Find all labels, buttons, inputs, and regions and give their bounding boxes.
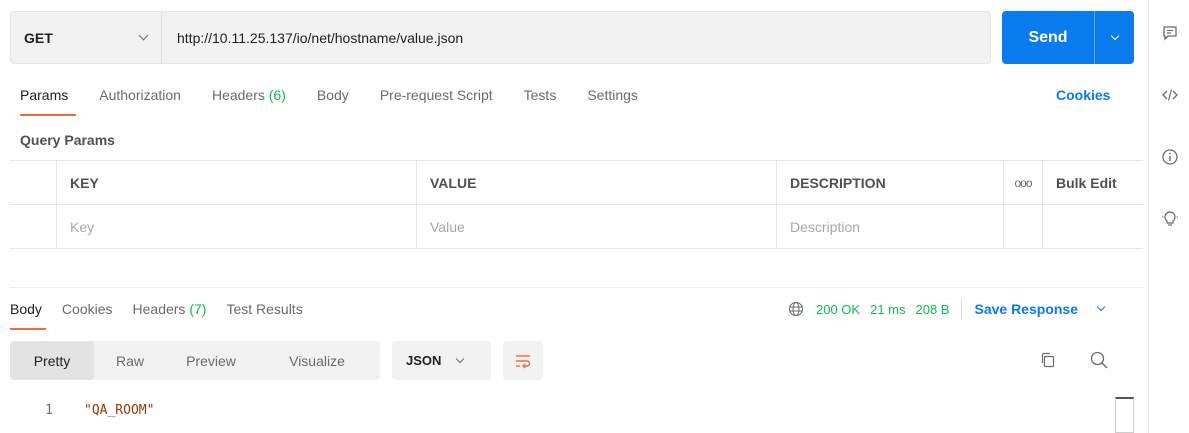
tab-label: Authorization (99, 87, 181, 103)
tab-label: Params (20, 87, 69, 103)
response-tab-test-results[interactable]: Test Results (226, 301, 302, 317)
code-text[interactable]: "QA_ROOM" (84, 403, 154, 418)
response-tabs: Body Cookies Headers (7) Test Results (10, 301, 323, 330)
tab-params[interactable]: Params (20, 87, 77, 116)
tab-settings[interactable]: Settings (587, 87, 638, 103)
tab-label: Headers (211, 87, 265, 103)
tab-label: Cookies (61, 301, 113, 317)
more-options-button[interactable]: ooo (1004, 161, 1043, 204)
info-icon[interactable] (1161, 148, 1179, 166)
save-response-button[interactable]: Save Response (974, 301, 1114, 317)
table-row: Key Value Description (10, 205, 1143, 249)
response-tab-headers[interactable]: Headers (7) (133, 301, 207, 317)
table-header-row: KEY VALUE DESCRIPTION ooo Bulk Edit (10, 161, 1143, 205)
wrap-lines-button[interactable] (503, 341, 543, 380)
empty-cell (1043, 205, 1143, 248)
value-input[interactable]: Value (417, 205, 777, 248)
view-visualize-button[interactable]: Visualize (256, 341, 378, 380)
pane-divider[interactable] (10, 287, 1143, 288)
status-code[interactable]: 200 OK (816, 302, 860, 317)
url-input[interactable]: http://10.11.25.137/io/net/hostname/valu… (162, 30, 990, 46)
lightbulb-icon[interactable] (1161, 210, 1179, 228)
tab-count: (7) (189, 301, 207, 317)
request-tabs: Params Authorization Headers (6) Body Pr… (20, 87, 669, 116)
description-column-header: DESCRIPTION (777, 161, 1004, 204)
view-pretty-button[interactable]: Pretty (10, 341, 94, 380)
send-button[interactable]: Send (1002, 11, 1134, 64)
format-label: JSON (406, 353, 442, 368)
chevron-down-icon (138, 30, 149, 41)
copy-icon[interactable] (1039, 351, 1057, 369)
key-input[interactable]: Key (57, 205, 417, 248)
view-mode-group: Pretty Raw Preview Visualize (10, 341, 380, 380)
value-column-header: VALUE (417, 161, 777, 204)
tab-body[interactable]: Body (317, 87, 349, 103)
view-preview-button[interactable]: Preview (166, 341, 256, 380)
method-select[interactable]: GET (11, 12, 162, 63)
response-tab-cookies[interactable]: Cookies (62, 301, 113, 317)
code-icon[interactable] (1161, 86, 1179, 104)
view-raw-button[interactable]: Raw (94, 341, 166, 380)
tab-label: Tests (523, 87, 557, 103)
save-response-label: Save Response (974, 301, 1078, 317)
key-column-header: KEY (57, 161, 417, 204)
description-input[interactable]: Description (777, 205, 1004, 248)
tab-label: Headers (132, 301, 186, 317)
tab-label: Settings (587, 87, 638, 103)
globe-icon[interactable] (788, 301, 804, 317)
tab-tests[interactable]: Tests (524, 87, 557, 103)
tab-count: (6) (268, 87, 286, 103)
right-rail (1148, 0, 1189, 433)
wrap-icon (516, 354, 531, 368)
query-params-title: Query Params (20, 132, 115, 148)
bulk-edit-button[interactable]: Bulk Edit (1043, 161, 1143, 204)
chevron-down-icon (456, 354, 465, 363)
code-line: 1 "QA_ROOM" (0, 400, 1143, 420)
response-time[interactable]: 21 ms (870, 302, 905, 317)
send-label: Send (1028, 28, 1068, 46)
response-status: 200 OK 21 ms 208 B Save Response (788, 298, 1114, 320)
tab-headers[interactable]: Headers (6) (212, 87, 286, 103)
checkbox-column-header (10, 161, 57, 204)
comment-icon[interactable] (1161, 24, 1179, 42)
line-number: 1 (45, 402, 53, 418)
tab-label: Pre-request Script (379, 87, 493, 103)
chevron-down-icon (1110, 31, 1119, 40)
tab-label: Test Results (226, 301, 303, 317)
tab-label: Body (10, 301, 42, 317)
params-table: KEY VALUE DESCRIPTION ooo Bulk Edit Key … (10, 160, 1143, 249)
response-tab-body[interactable]: Body (10, 301, 46, 330)
cookies-link[interactable]: Cookies (1056, 87, 1110, 103)
chevron-down-icon (1096, 302, 1106, 312)
tab-pre-request-script[interactable]: Pre-request Script (380, 87, 493, 103)
format-select[interactable]: JSON (392, 341, 491, 380)
tab-label: Body (316, 87, 349, 103)
tab-authorization[interactable]: Authorization (99, 87, 181, 103)
send-options-button[interactable] (1094, 11, 1134, 64)
scrollbar[interactable] (1115, 397, 1134, 433)
row-checkbox-cell (10, 205, 57, 248)
response-size[interactable]: 208 B (916, 302, 950, 317)
method-label: GET (24, 29, 53, 46)
request-bar: GET http://10.11.25.137/io/net/hostname/… (10, 11, 991, 64)
separator (961, 298, 963, 320)
search-icon[interactable] (1089, 350, 1109, 370)
empty-cell (1004, 205, 1043, 248)
